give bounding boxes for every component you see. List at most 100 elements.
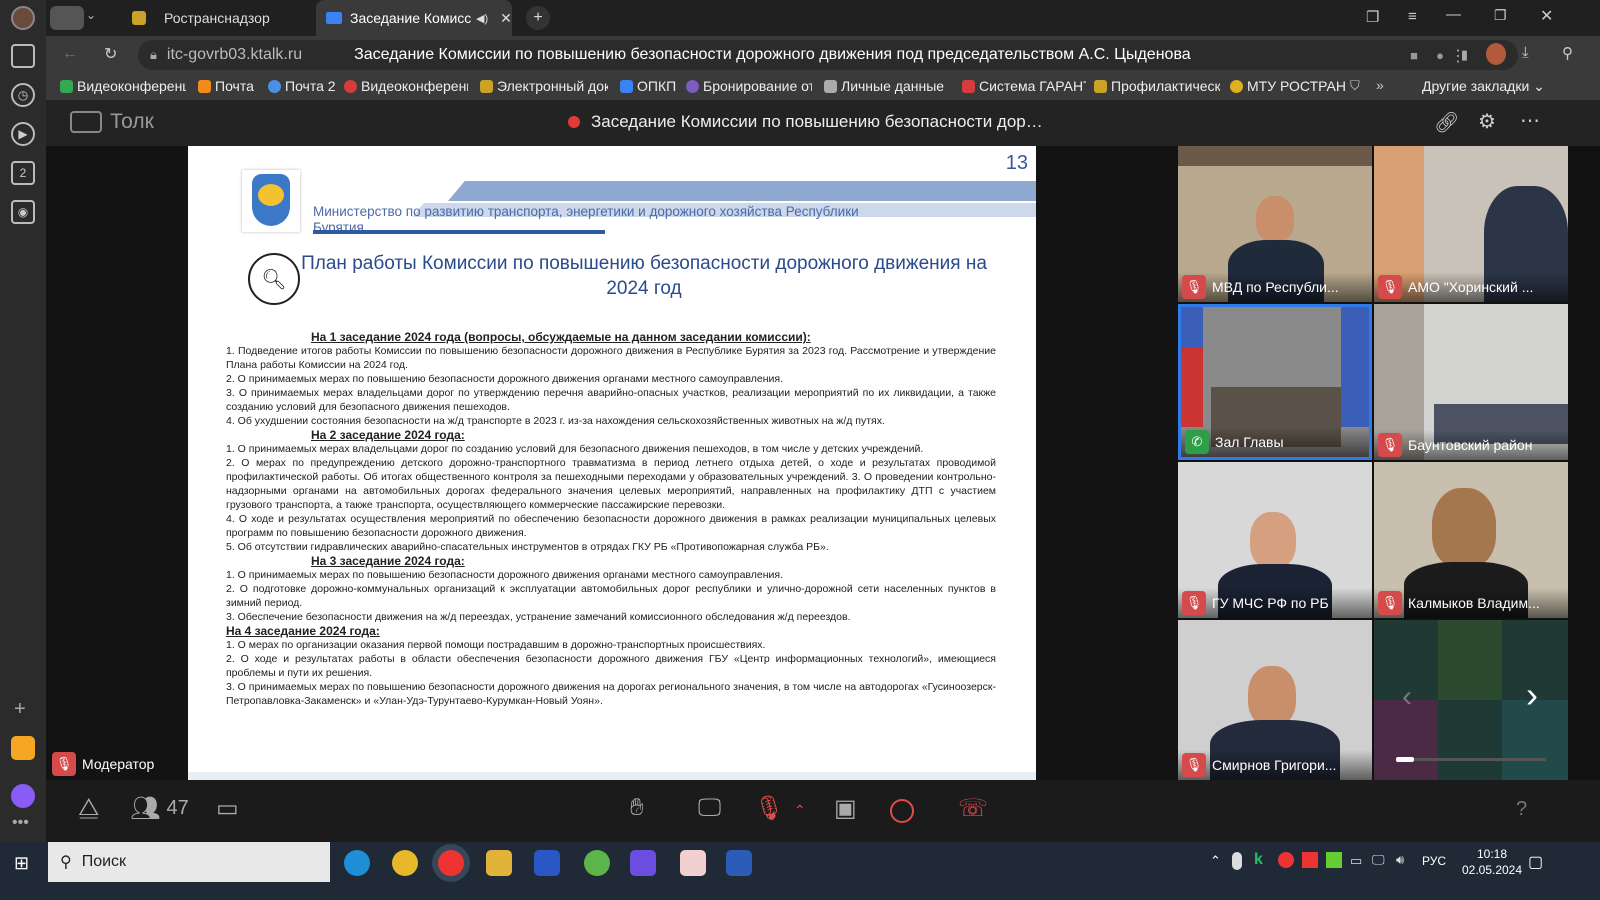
network-icon[interactable]: 🖵︎ (1372, 852, 1385, 868)
minimize-icon[interactable]: — (1446, 6, 1461, 23)
phone-icon: ✆ (1185, 430, 1209, 454)
c-app-icon[interactable] (630, 850, 656, 876)
more-options-icon[interactable]: ⋯ (1520, 108, 1540, 133)
chevron-down-icon[interactable]: ⌄ (86, 8, 96, 22)
bookmark-item[interactable]: Видеоконференц (60, 78, 186, 94)
chat-icon[interactable]: ▭ (216, 794, 239, 823)
volume-icon[interactable]: 🔊︎ (1396, 852, 1404, 868)
presenter-label: 🎙︎ Модератор (50, 752, 154, 776)
play-icon[interactable]: ▶ (11, 122, 35, 146)
windows-start-icon[interactable]: ⊞ (14, 853, 29, 874)
more-participants-tile[interactable]: ‹ › (1374, 620, 1568, 780)
close-icon[interactable]: ✕ (500, 10, 512, 27)
mic-off-icon: 🎙︎ (1378, 275, 1402, 299)
hang-up-icon[interactable]: ☏ (958, 794, 988, 823)
tray-mic-icon[interactable] (1232, 852, 1242, 870)
search-icon: ⚲ (60, 854, 72, 871)
screen-share-icon[interactable]: 🖵︎ (698, 794, 721, 822)
bookmark-item[interactable]: Почта 2 (268, 78, 338, 94)
bookmark-item[interactable]: Личные данные - (824, 78, 946, 94)
settings-icon[interactable]: ⚙ (1478, 109, 1496, 134)
language-indicator[interactable]: РУС (1422, 854, 1446, 868)
url-field[interactable]: 🔒︎ itc-govrb03.ktalk.ru Заседание Комисс… (138, 40, 1518, 70)
history-icon[interactable]: ◷ (11, 83, 35, 107)
menu-icon[interactable]: ≡ (1408, 8, 1417, 25)
tray-chevron-icon[interactable]: ⌃ (1210, 853, 1221, 869)
bookmark-item[interactable]: Профилактическ (1094, 78, 1220, 94)
window-close-icon[interactable]: ✕ (1540, 6, 1553, 26)
mail-app-icon[interactable] (11, 736, 35, 760)
restore-icon[interactable]: ❐ (1494, 7, 1507, 24)
participants-button[interactable]: 👥︎ 47 (130, 794, 189, 823)
tray-k-icon[interactable]: k (1254, 851, 1263, 869)
participant-tile[interactable]: ✆ Зал Главы (1178, 304, 1372, 460)
chrome-icon[interactable] (392, 850, 418, 876)
participant-tile[interactable]: 🎙︎ АМО "Хоринский ... (1374, 146, 1568, 302)
mic-options-chevron-icon[interactable]: ⌃ (794, 802, 806, 819)
more-vert-icon[interactable]: ⋮ (1450, 46, 1466, 66)
bookmark-label: ОПКП (637, 78, 677, 94)
help-button[interactable]: ? (1516, 798, 1527, 821)
download-icon[interactable]: ⤓ (1522, 44, 1529, 61)
alice-icon[interactable] (11, 784, 35, 808)
collections-icon[interactable] (11, 44, 35, 68)
tab-count-icon[interactable]: 2 (11, 161, 35, 185)
app-header: Толк Заседание Комиссии по повышению без… (46, 100, 1600, 146)
bookmark-item[interactable]: ОПКП (620, 78, 680, 94)
search-placeholder: Поиск (81, 853, 127, 870)
agenda-item: 4. Об ухудшении состояния безопасности н… (226, 415, 885, 427)
other-bookmarks[interactable]: Другие закладки ⌄ (1422, 78, 1545, 95)
file-explorer-icon[interactable] (486, 850, 512, 876)
pin-icon[interactable]: ⚲ (1562, 44, 1573, 62)
more-bookmarks-icon[interactable]: » (1376, 77, 1384, 93)
bookmark-item[interactable]: Бронирование от (686, 78, 812, 94)
camera-icon[interactable]: ◉ (11, 200, 35, 224)
back-icon[interactable]: ← (62, 45, 78, 63)
clock[interactable]: 10:18 02.05.2024 (1456, 846, 1528, 878)
bookmark-item[interactable]: Видеоконференц (344, 78, 468, 94)
mic-permission-icon[interactable]: ● (1436, 48, 1444, 63)
participant-tile[interactable]: 🎙︎ Смирнов Григори... (1178, 620, 1372, 780)
shield-icon[interactable]: ⛉ (1350, 78, 1360, 94)
camera-permission-icon[interactable]: ■ (1410, 48, 1418, 63)
taskbar-search[interactable]: ⚲ Поиск (48, 842, 330, 882)
edge-icon[interactable] (344, 850, 370, 876)
battery-icon[interactable]: ▭ (1350, 853, 1362, 869)
reload-icon[interactable]: ↻ (104, 44, 117, 64)
extension-icon[interactable] (1486, 43, 1506, 65)
word-icon[interactable] (726, 850, 752, 876)
video-camera-icon[interactable]: ▣ (834, 794, 857, 823)
profile-avatar[interactable] (11, 6, 35, 30)
participant-tile[interactable]: 🎙︎ ГУ МЧС РФ по РБ (1178, 462, 1372, 618)
chevron-right-icon[interactable]: › (1526, 674, 1538, 716)
save-app-icon[interactable] (534, 850, 560, 876)
bookmark-item[interactable]: Почта (198, 78, 264, 94)
bookmark-item[interactable]: Электронный док (480, 78, 608, 94)
agenda-item: 3. О принимаемых мерах владельцами дорог… (226, 387, 996, 413)
participant-tile[interactable]: 🎙︎ Баунтовский район (1374, 304, 1568, 460)
bookmark-item[interactable]: МТУ РОСТРАН (1230, 78, 1348, 94)
tab-meeting[interactable]: Заседание Комисси ◀) ✕ (316, 0, 512, 36)
mic-muted-button[interactable]: 🎙︎ (754, 794, 784, 823)
yandex-browser-icon[interactable] (438, 850, 464, 876)
tray-app-icon[interactable] (1326, 852, 1342, 868)
shapes-icon[interactable]: ⧋ (78, 794, 99, 822)
users-app-icon[interactable] (680, 850, 706, 876)
link-icon[interactable]: 🔗︎ (1434, 110, 1459, 135)
participant-tile[interactable]: 🎙︎ Калмыков Владим... (1374, 462, 1568, 618)
participant-tile[interactable]: 🎙︎ МВД по Республи... (1178, 146, 1372, 302)
add-icon[interactable]: + (14, 698, 26, 721)
raise-hand-icon[interactable]: ✋︎ (630, 794, 644, 822)
sound-icon[interactable] (50, 6, 84, 30)
record-button[interactable] (890, 799, 914, 823)
tray-yandex-icon[interactable] (1278, 852, 1294, 868)
new-tab-button[interactable]: + (526, 6, 550, 30)
tray-record-icon[interactable] (1302, 852, 1318, 868)
tab-rostransnadzor[interactable]: Ространснадзор (122, 0, 310, 36)
chevron-left-icon[interactable]: ‹ (1402, 680, 1412, 714)
network-app-icon[interactable] (584, 850, 610, 876)
bookmark-window-icon[interactable]: ❐ (1366, 8, 1379, 26)
more-icon[interactable]: ••• (12, 814, 29, 832)
bookmark-item[interactable]: Система ГАРАНТ (962, 78, 1086, 94)
notifications-icon[interactable]: ▢ (1528, 852, 1543, 872)
